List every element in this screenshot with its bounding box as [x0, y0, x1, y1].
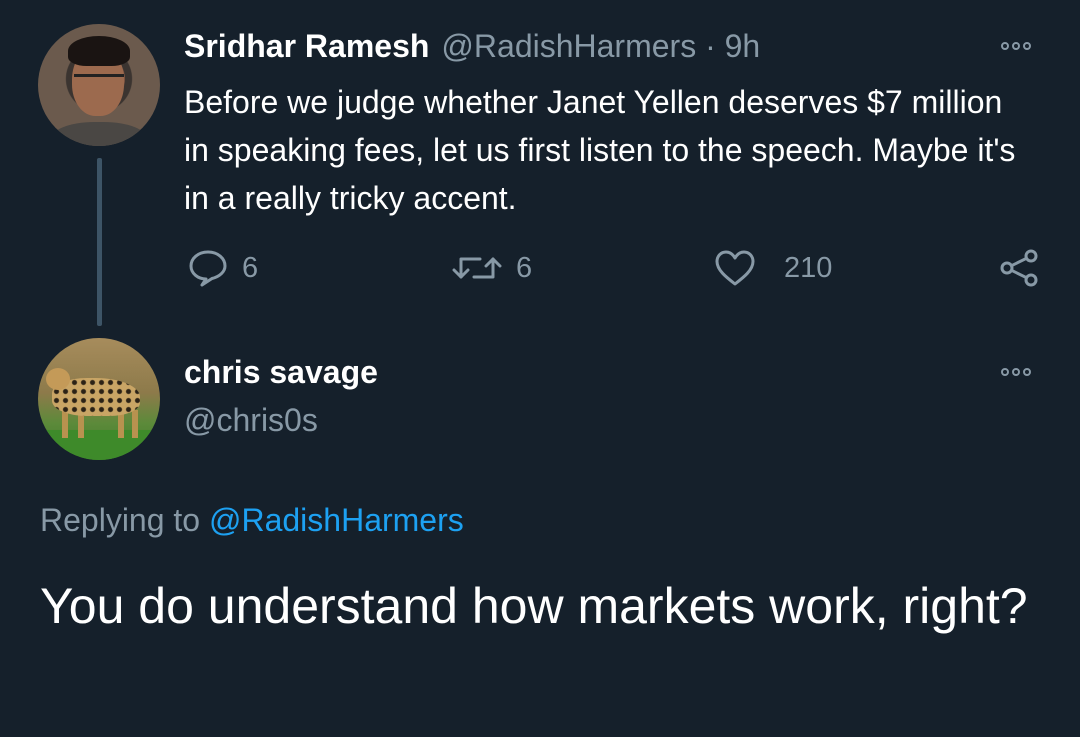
parent-tweet-header: Sridhar Ramesh @RadishHarmers · 9h [184, 26, 760, 66]
reply-tweet-text: You do understand how markets work, righ… [40, 578, 1028, 634]
avatar-hair [68, 36, 130, 66]
retweet-count: 6 [516, 251, 533, 284]
parent-tweet-text: Before we judge whether Janet Yellen des… [184, 84, 1016, 216]
share-button[interactable] [998, 248, 1042, 288]
avatar-glasses [74, 74, 124, 91]
reply-count: 6 [242, 251, 259, 284]
avatar-sridhar-ramesh[interactable] [38, 24, 160, 146]
parent-author-name[interactable]: Sridhar Ramesh [184, 28, 429, 64]
replying-to-label: Replying to [40, 502, 201, 538]
more-options-icon[interactable] [996, 38, 1036, 54]
avatar-cheetah-head [46, 368, 70, 390]
parent-author-handle[interactable]: @RadishHarmers [441, 28, 696, 64]
parent-tweet-time[interactable]: 9h [725, 28, 761, 64]
reply-author-name[interactable]: chris savage [184, 352, 378, 392]
avatar-chris-savage[interactable] [38, 338, 160, 460]
like-button[interactable]: 210 [714, 248, 832, 288]
share-icon [1000, 249, 1038, 287]
replying-to-line: Replying to @RadishHarmers [40, 500, 464, 540]
heart-icon [715, 250, 755, 286]
avatar-shirt [50, 122, 148, 146]
reply-author-handle[interactable]: @chris0s [184, 400, 318, 440]
retweet-icon [452, 257, 502, 279]
retweet-button[interactable]: 6 [452, 248, 532, 288]
avatar-grass [38, 430, 160, 460]
speech-bubble-icon [189, 250, 227, 287]
like-count: 210 [784, 251, 833, 284]
reply-button[interactable]: 6 [188, 248, 258, 288]
replying-to-handle-link[interactable]: @RadishHarmers [209, 502, 464, 538]
thread-connector-line [97, 158, 102, 326]
header-separator: · [705, 28, 716, 64]
more-options-icon[interactable] [996, 364, 1036, 380]
